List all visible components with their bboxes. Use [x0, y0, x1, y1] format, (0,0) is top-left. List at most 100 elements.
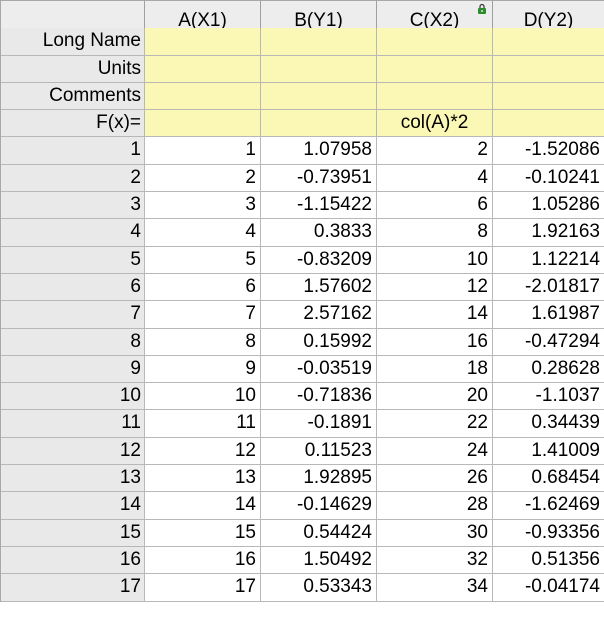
- data-cell[interactable]: 16: [377, 328, 493, 356]
- row-number[interactable]: 2: [1, 164, 145, 193]
- data-cell[interactable]: 1.41009: [493, 437, 604, 466]
- data-cell[interactable]: -0.1891: [261, 410, 377, 438]
- data-cell[interactable]: -0.14629: [261, 492, 377, 520]
- long-name-cell-a[interactable]: [145, 28, 261, 56]
- data-cell[interactable]: 12: [145, 437, 261, 466]
- data-cell[interactable]: 1.57602: [261, 273, 377, 302]
- units-cell-b[interactable]: [261, 55, 377, 83]
- data-cell[interactable]: 8: [377, 219, 493, 247]
- data-cell[interactable]: 11: [145, 410, 261, 438]
- data-cell[interactable]: 10: [377, 246, 493, 274]
- data-cell[interactable]: 8: [145, 328, 261, 356]
- data-cell[interactable]: -1.52086: [493, 137, 604, 165]
- data-cell[interactable]: -1.1037: [493, 383, 604, 411]
- row-number[interactable]: 7: [1, 301, 145, 329]
- formula-cell-d[interactable]: [493, 110, 604, 138]
- data-cell[interactable]: 1.92163: [493, 219, 604, 247]
- units-cell-a[interactable]: [145, 55, 261, 83]
- row-number[interactable]: 9: [1, 355, 145, 384]
- formula-cell-c[interactable]: col(A)*2: [377, 110, 493, 138]
- row-number[interactable]: 5: [1, 246, 145, 274]
- data-cell[interactable]: 16: [145, 546, 261, 575]
- data-cell[interactable]: -0.10241: [493, 164, 604, 193]
- data-cell[interactable]: 0.68454: [493, 465, 604, 493]
- data-cell[interactable]: -1.15422: [261, 192, 377, 220]
- row-number[interactable]: 10: [1, 383, 145, 411]
- data-cell[interactable]: 2.57162: [261, 301, 377, 329]
- data-cell[interactable]: 26: [377, 465, 493, 493]
- row-number[interactable]: 15: [1, 519, 145, 547]
- comments-cell-c[interactable]: [377, 82, 493, 111]
- data-cell[interactable]: -0.71836: [261, 383, 377, 411]
- data-cell[interactable]: 9: [145, 355, 261, 384]
- data-cell[interactable]: 0.11523: [261, 437, 377, 466]
- data-cell[interactable]: 28: [377, 492, 493, 520]
- data-cell[interactable]: -0.03519: [261, 355, 377, 384]
- data-cell[interactable]: -0.04174: [493, 574, 604, 602]
- row-number[interactable]: 13: [1, 465, 145, 493]
- data-cell[interactable]: 15: [145, 519, 261, 547]
- data-cell[interactable]: 0.51356: [493, 546, 604, 575]
- data-cell[interactable]: 32: [377, 546, 493, 575]
- row-number[interactable]: 8: [1, 328, 145, 356]
- data-cell[interactable]: 6: [145, 273, 261, 302]
- data-cell[interactable]: -0.47294: [493, 328, 604, 356]
- formula-cell-b[interactable]: [261, 110, 377, 138]
- data-cell[interactable]: 24: [377, 437, 493, 466]
- formula-cell-a[interactable]: [145, 110, 261, 138]
- data-cell[interactable]: 3: [145, 192, 261, 220]
- comments-cell-d[interactable]: [493, 82, 604, 111]
- data-cell[interactable]: 14: [377, 301, 493, 329]
- row-number[interactable]: 16: [1, 546, 145, 575]
- data-cell[interactable]: -0.93356: [493, 519, 604, 547]
- data-cell[interactable]: 5: [145, 246, 261, 274]
- data-cell[interactable]: 0.54424: [261, 519, 377, 547]
- long-name-cell-b[interactable]: [261, 28, 377, 56]
- data-cell[interactable]: -0.83209: [261, 246, 377, 274]
- data-cell[interactable]: 1.05286: [493, 192, 604, 220]
- data-cell[interactable]: 10: [145, 383, 261, 411]
- data-cell[interactable]: 18: [377, 355, 493, 384]
- row-number[interactable]: 3: [1, 192, 145, 220]
- data-cell[interactable]: 1: [145, 137, 261, 165]
- long-name-cell-c[interactable]: [377, 28, 493, 56]
- data-cell[interactable]: 13: [145, 465, 261, 493]
- data-cell[interactable]: 0.34439: [493, 410, 604, 438]
- comments-cell-b[interactable]: [261, 82, 377, 111]
- data-cell[interactable]: 1.92895: [261, 465, 377, 493]
- row-number[interactable]: 6: [1, 273, 145, 302]
- data-cell[interactable]: 14: [145, 492, 261, 520]
- data-cell[interactable]: 1.61987: [493, 301, 604, 329]
- row-number[interactable]: 11: [1, 410, 145, 438]
- data-cell[interactable]: 2: [145, 164, 261, 193]
- data-cell[interactable]: 7: [145, 301, 261, 329]
- data-cell[interactable]: 34: [377, 574, 493, 602]
- data-cell[interactable]: -2.01817: [493, 273, 604, 302]
- units-cell-c[interactable]: [377, 55, 493, 83]
- data-cell[interactable]: 0.3833: [261, 219, 377, 247]
- data-cell[interactable]: 0.53343: [261, 574, 377, 602]
- row-number[interactable]: 17: [1, 574, 145, 602]
- data-cell[interactable]: 30: [377, 519, 493, 547]
- data-cell[interactable]: 1.07958: [261, 137, 377, 165]
- data-cell[interactable]: 6: [377, 192, 493, 220]
- data-cell[interactable]: 12: [377, 273, 493, 302]
- row-number[interactable]: 1: [1, 137, 145, 165]
- data-cell[interactable]: 1.50492: [261, 546, 377, 575]
- data-cell[interactable]: 2: [377, 137, 493, 165]
- row-number[interactable]: 14: [1, 492, 145, 520]
- long-name-cell-d[interactable]: [493, 28, 604, 56]
- comments-cell-a[interactable]: [145, 82, 261, 111]
- data-cell[interactable]: 4: [377, 164, 493, 193]
- units-cell-d[interactable]: [493, 55, 604, 83]
- row-number[interactable]: 4: [1, 219, 145, 247]
- worksheet-grid[interactable]: A(X1) B(Y1) C(X2) D(Y2) Long Name Units Commen…: [0, 0, 604, 602]
- data-cell[interactable]: -1.62469: [493, 492, 604, 520]
- data-cell[interactable]: 1.12214: [493, 246, 604, 274]
- row-number[interactable]: 12: [1, 437, 145, 466]
- data-cell[interactable]: 17: [145, 574, 261, 602]
- data-cell[interactable]: 20: [377, 383, 493, 411]
- data-cell[interactable]: 0.15992: [261, 328, 377, 356]
- data-cell[interactable]: -0.73951: [261, 164, 377, 193]
- data-cell[interactable]: 4: [145, 219, 261, 247]
